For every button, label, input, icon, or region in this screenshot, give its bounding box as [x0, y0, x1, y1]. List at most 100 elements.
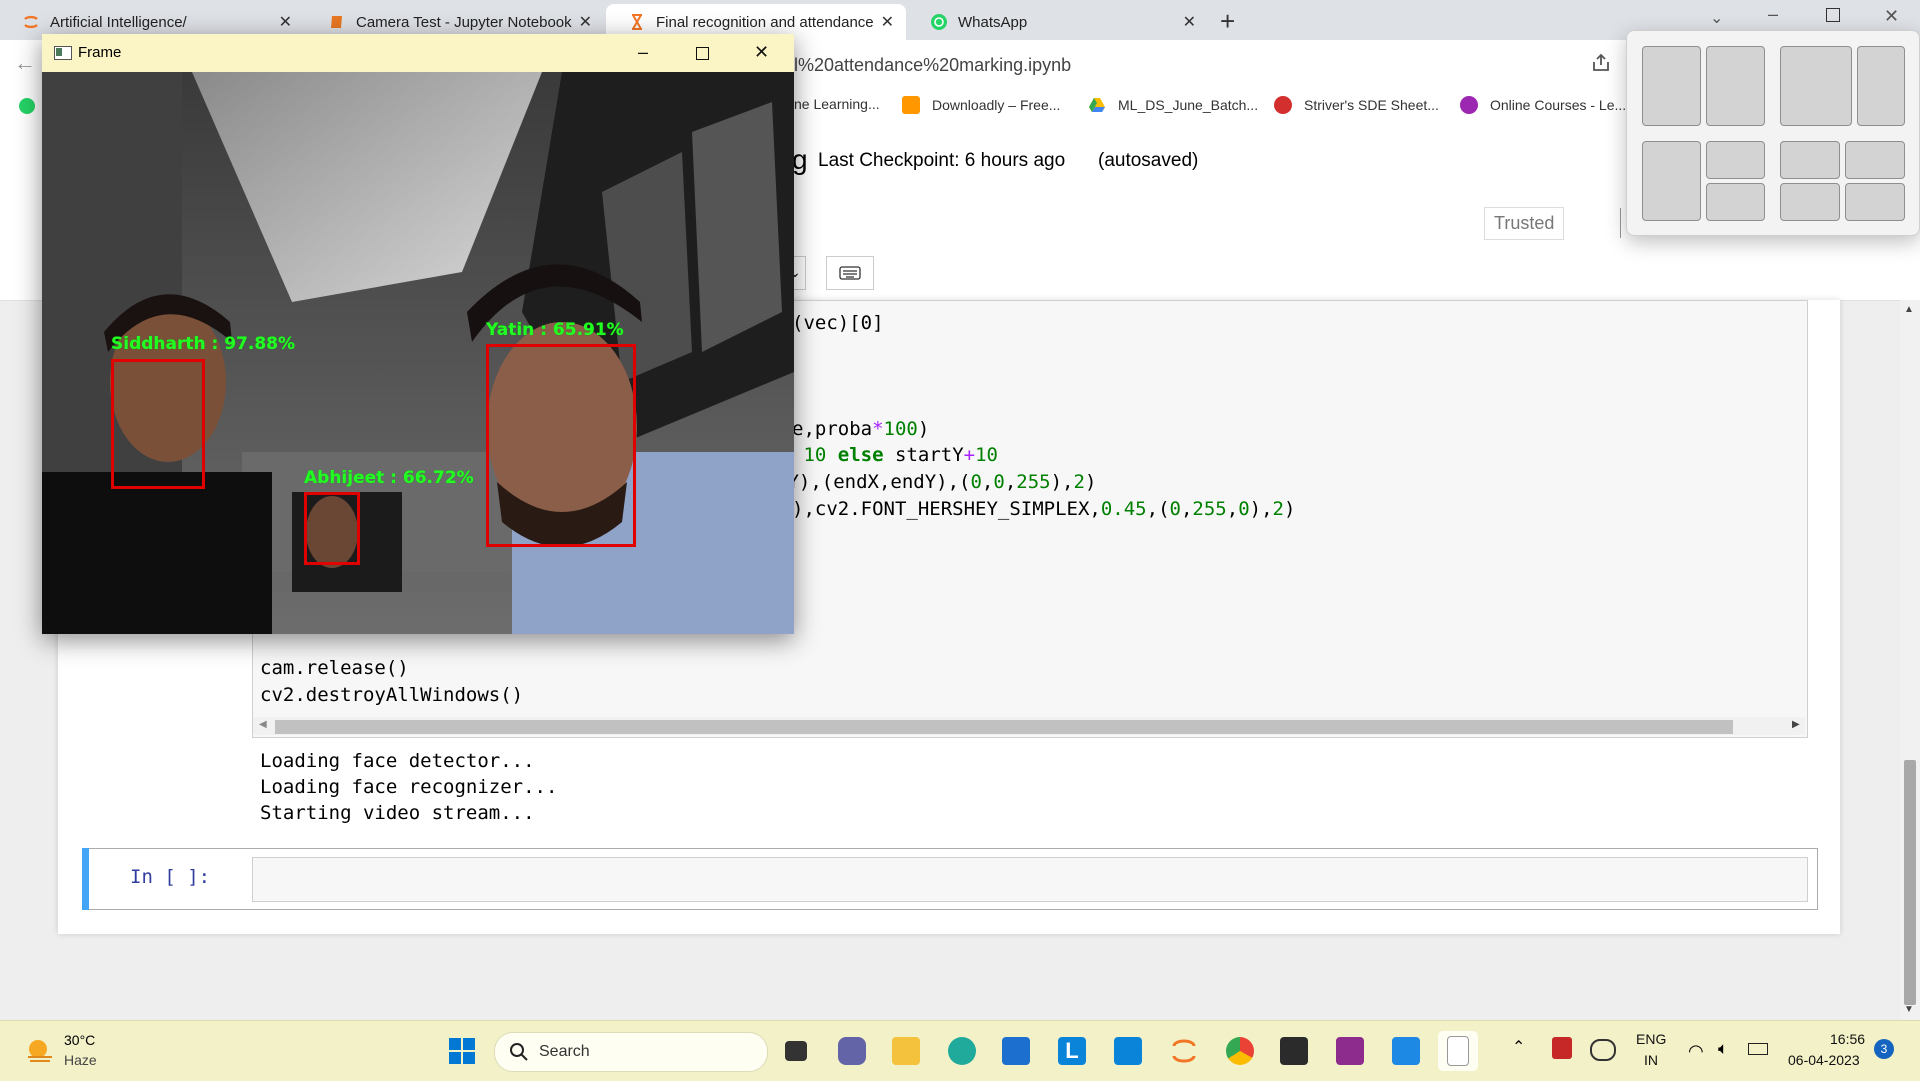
- snap-layout-quad-2[interactable]: [1845, 141, 1905, 179]
- snap-layout-bottom-right[interactable]: [1706, 183, 1765, 221]
- bookmark-label: ML_DS_June_Batch...: [1118, 97, 1259, 113]
- notepad-button[interactable]: [1438, 1031, 1478, 1071]
- bookmark-machine-learning[interactable]: ne Learning...: [794, 96, 880, 112]
- restore-button[interactable]: [1826, 8, 1840, 22]
- snap-layout-narrow-right[interactable]: [1857, 46, 1905, 126]
- task-view-button[interactable]: [776, 1031, 816, 1071]
- snap-layout-quad-4[interactable]: [1845, 183, 1905, 221]
- terminal-button[interactable]: [1274, 1031, 1314, 1071]
- udemy-icon: [1460, 96, 1478, 114]
- vscode-button[interactable]: [1386, 1031, 1426, 1071]
- clock-time[interactable]: 16:56: [1830, 1031, 1865, 1047]
- cortana-button[interactable]: [1108, 1031, 1148, 1071]
- scroll-up-icon[interactable]: ▲: [1904, 304, 1914, 315]
- winrar-button[interactable]: [1330, 1031, 1370, 1071]
- chat-button[interactable]: [832, 1031, 872, 1071]
- bookmark-label: Striver's SDE Sheet...: [1304, 97, 1439, 113]
- close-icon[interactable]: ✕: [579, 12, 592, 32]
- frame-minimize-button[interactable]: –: [638, 42, 648, 63]
- code-line: cam.release(): [260, 657, 409, 679]
- window-close-button[interactable]: ✕: [1884, 6, 1899, 27]
- empty-code-input[interactable]: [252, 857, 1808, 902]
- tab-search-chevron-icon[interactable]: ⌄: [1710, 8, 1723, 28]
- bookmark-online-courses[interactable]: Online Courses - Le...: [1460, 96, 1626, 114]
- chat-icon: [838, 1037, 866, 1065]
- code-line: ),cv2.FONT_HERSHEY_SIMPLEX,0.45,(0,255,0…: [792, 498, 1296, 520]
- frame-app-icon: [54, 46, 72, 60]
- face-box-siddharth: [111, 359, 205, 489]
- camera-feed: Siddharth : 97.88% Abhijeet : 66.72% Yat…: [42, 72, 794, 634]
- url-text[interactable]: l%20attendance%20marking.ipynb: [794, 55, 1071, 76]
- taskbar-search-box[interactable]: Search: [494, 1032, 768, 1072]
- close-icon[interactable]: ✕: [279, 12, 292, 32]
- notebook-title[interactable]: g: [792, 144, 808, 176]
- l-app-button[interactable]: L: [1052, 1031, 1092, 1071]
- search-placeholder: Search: [539, 1043, 590, 1060]
- speaker-icon[interactable]: 🔈︎: [1718, 1039, 1728, 1059]
- scroll-right-icon[interactable]: ▶: [1792, 719, 1800, 730]
- bookmark-downloadly[interactable]: Downloadly – Free...: [902, 96, 1060, 114]
- code-line: (vec)[0]: [792, 312, 884, 334]
- tab-title: Final recognition and attendance: [656, 13, 874, 31]
- frame-maximize-button[interactable]: [696, 47, 709, 60]
- vertical-scrollbar-thumb[interactable]: [1904, 760, 1916, 1005]
- snap-layout-left-column[interactable]: [1642, 141, 1701, 221]
- edge-button[interactable]: [942, 1031, 982, 1071]
- minimize-button[interactable]: –: [1768, 4, 1778, 25]
- bookmark-striver[interactable]: Striver's SDE Sheet...: [1274, 96, 1439, 114]
- face-label-siddharth: Siddharth : 97.88%: [111, 334, 296, 354]
- scroll-left-icon[interactable]: ◀: [259, 719, 267, 730]
- close-icon[interactable]: ✕: [1183, 12, 1196, 32]
- frame-title-bar[interactable]: Frame – ✕: [42, 34, 794, 72]
- back-arrow-icon[interactable]: ←: [14, 50, 36, 76]
- mcafee-icon[interactable]: [1552, 1037, 1572, 1059]
- wifi-icon[interactable]: ◠: [1688, 1041, 1704, 1062]
- chrome-icon: [1226, 1037, 1254, 1065]
- chrome-button[interactable]: [1220, 1031, 1260, 1071]
- hourglass-icon: [628, 13, 646, 31]
- document-icon: [1447, 1036, 1469, 1066]
- weather-temp[interactable]: 30°C: [64, 1032, 95, 1048]
- snap-layout-half-right[interactable]: [1706, 46, 1765, 126]
- frame-close-button[interactable]: ✕: [754, 42, 769, 63]
- chevron-up-icon[interactable]: ⌃: [1512, 1037, 1525, 1057]
- trusted-badge[interactable]: Trusted: [1484, 207, 1565, 240]
- close-icon[interactable]: ✕: [881, 12, 894, 32]
- whatsapp-icon[interactable]: [18, 97, 36, 118]
- snap-layout-quad-3[interactable]: [1780, 183, 1840, 221]
- network-globe-icon[interactable]: [1590, 1039, 1616, 1061]
- horizontal-scrollbar-thumb[interactable]: [275, 720, 1733, 734]
- clock-date[interactable]: 06-04-2023: [1788, 1052, 1860, 1068]
- snap-layout-half-left[interactable]: [1642, 46, 1701, 126]
- weather-desc[interactable]: Haze: [64, 1052, 97, 1068]
- snap-layout-top-right[interactable]: [1706, 141, 1765, 179]
- share-icon[interactable]: [1590, 52, 1612, 79]
- checkpoint-text: Last Checkpoint: 6 hours ago: [818, 150, 1066, 171]
- menu-divider: [1620, 208, 1621, 238]
- region-indicator[interactable]: IN: [1644, 1052, 1658, 1068]
- bookmark-ml-ds[interactable]: ML_DS_June_Batch...: [1088, 96, 1258, 114]
- language-indicator[interactable]: ENG: [1636, 1031, 1666, 1047]
- jupyter-taskbar-button[interactable]: [1164, 1031, 1204, 1071]
- tab-whatsapp[interactable]: WhatsApp ✕: [908, 4, 1208, 40]
- snap-layout-wide-left[interactable]: [1780, 46, 1852, 126]
- store-button[interactable]: [996, 1031, 1036, 1071]
- weather-icon[interactable]: [24, 1035, 56, 1072]
- battery-icon[interactable]: [1748, 1043, 1768, 1055]
- snap-layouts-flyout: [1626, 30, 1920, 236]
- new-tab-button[interactable]: +: [1220, 6, 1235, 37]
- scroll-down-icon[interactable]: ▼: [1904, 1004, 1914, 1015]
- bookmark-label: Downloadly – Free...: [932, 97, 1061, 113]
- bookmark-label: Online Courses - Le...: [1490, 97, 1627, 113]
- cortana-icon: [1114, 1037, 1142, 1065]
- vscode-icon: [1392, 1037, 1420, 1065]
- notification-badge[interactable]: 3: [1874, 1039, 1894, 1059]
- keyboard-shortcuts-button[interactable]: [826, 256, 874, 290]
- jupyter-icon: [1170, 1037, 1198, 1065]
- output-line: Loading face recognizer...: [260, 776, 558, 798]
- snap-layout-quad-1[interactable]: [1780, 141, 1840, 179]
- terminal-icon: [1280, 1037, 1308, 1065]
- start-button[interactable]: [442, 1031, 482, 1071]
- file-explorer-button[interactable]: [886, 1031, 926, 1071]
- folder-icon: [892, 1037, 920, 1065]
